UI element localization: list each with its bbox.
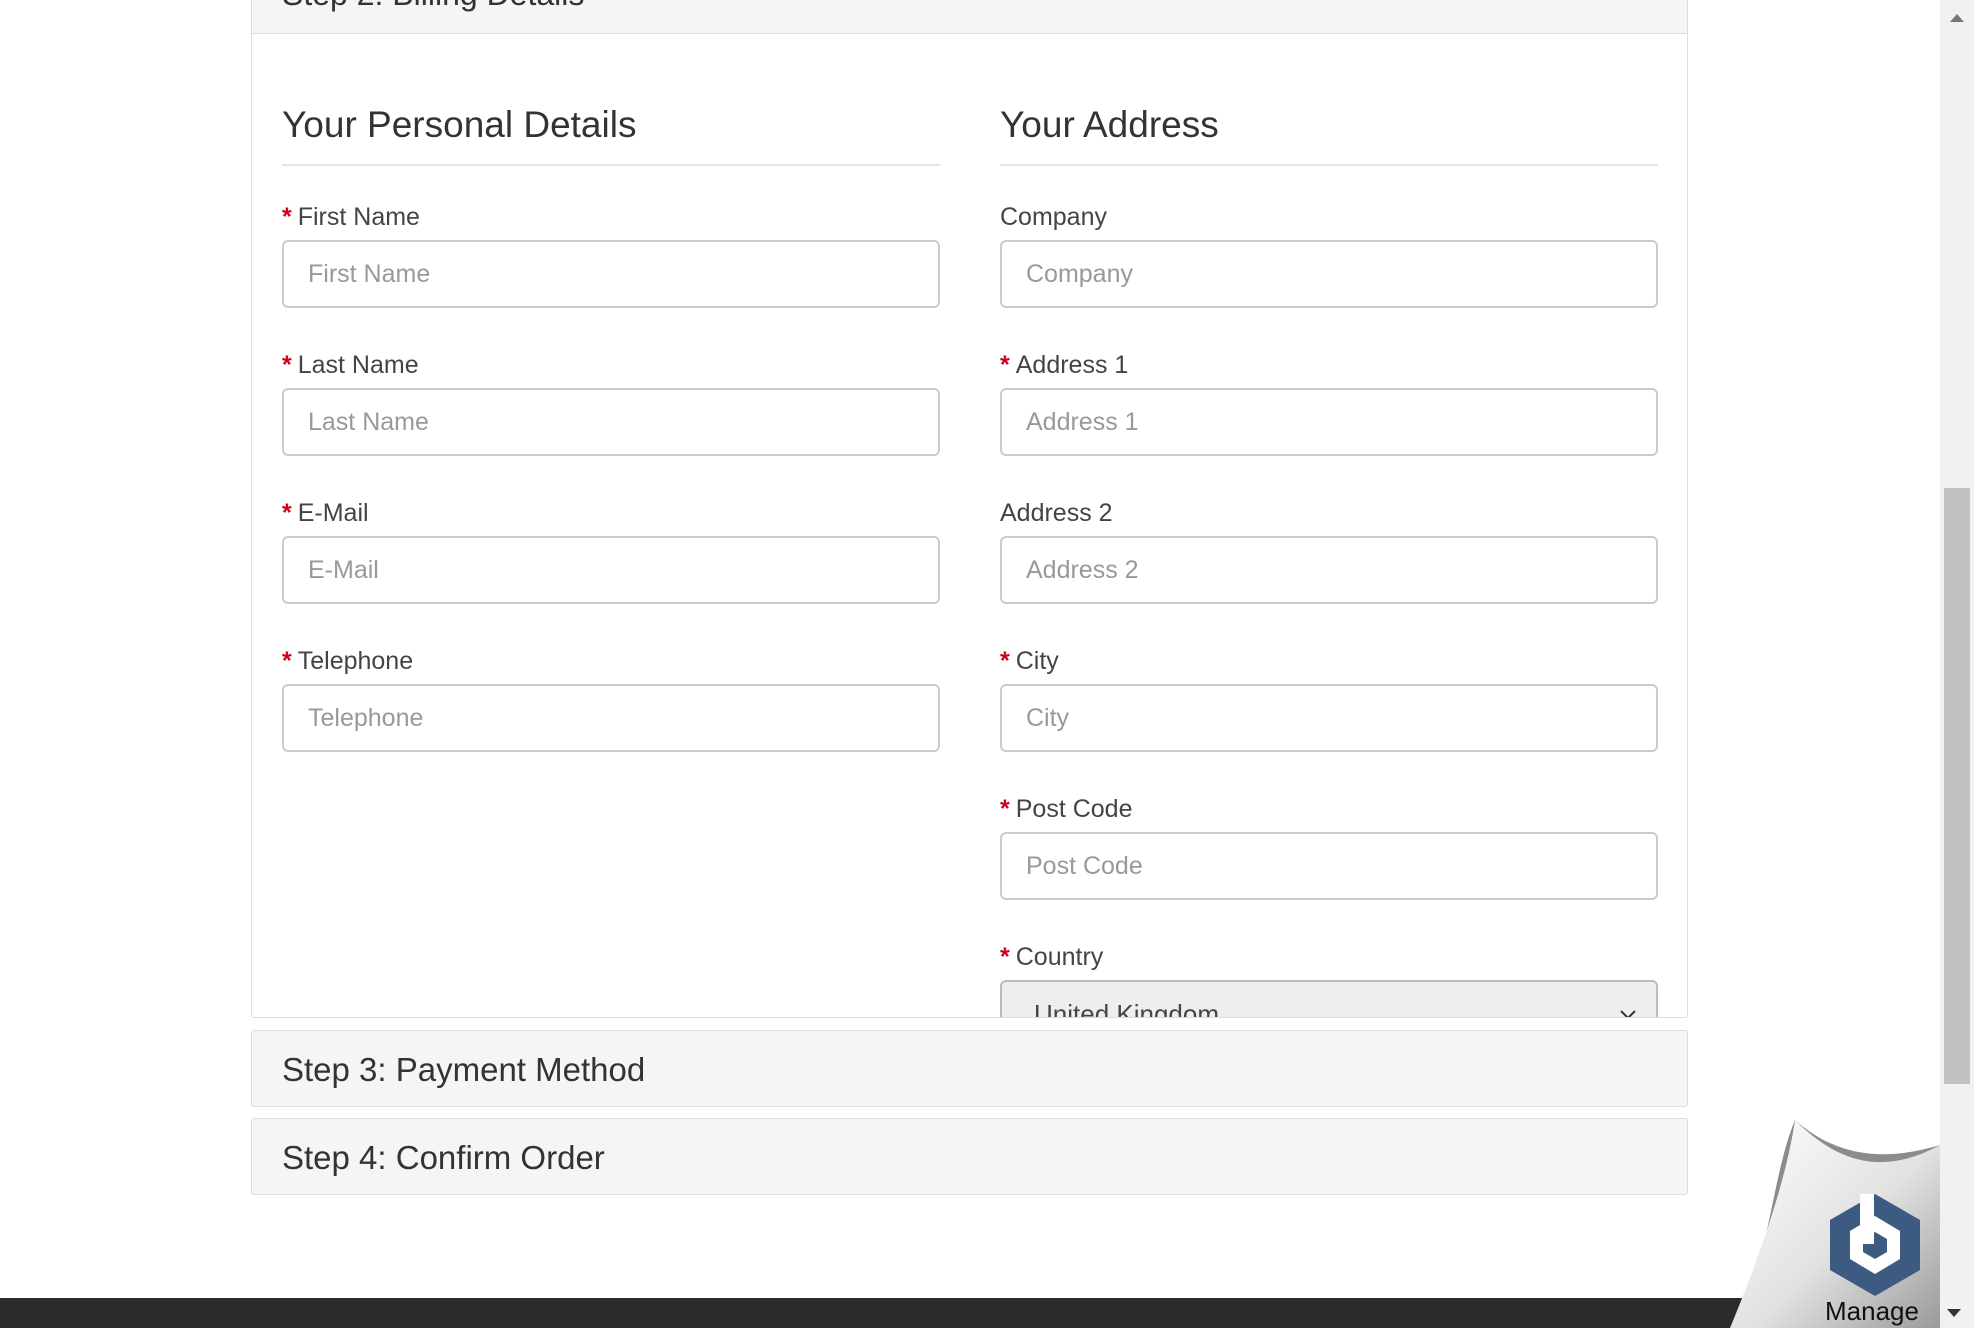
step4-panel[interactable]: Step 4: Confirm Order bbox=[251, 1118, 1688, 1195]
required-marker: * bbox=[1000, 943, 1010, 971]
company-label: Company bbox=[1000, 203, 1107, 231]
checkout-page: Step 2: Billing Details Your Personal De… bbox=[0, 0, 1940, 1328]
scroll-up-button[interactable] bbox=[1940, 0, 1974, 34]
vertical-scrollbar[interactable] bbox=[1940, 0, 1974, 1328]
chevron-down-icon bbox=[1620, 1010, 1636, 1017]
address2-label: Address 2 bbox=[1000, 499, 1113, 527]
scroll-thumb[interactable] bbox=[1944, 488, 1970, 1084]
step3-panel[interactable]: Step 3: Payment Method bbox=[251, 1030, 1688, 1107]
triangle-down-icon bbox=[1947, 1309, 1961, 1317]
first-name-input[interactable] bbox=[282, 240, 940, 308]
required-marker: * bbox=[282, 647, 292, 675]
email-input[interactable] bbox=[282, 536, 940, 604]
first-name-label: * First Name bbox=[282, 203, 420, 231]
required-marker: * bbox=[282, 203, 292, 231]
country-select[interactable]: United Kingdom bbox=[1000, 980, 1658, 1018]
required-marker: * bbox=[1000, 647, 1010, 675]
required-marker: * bbox=[1000, 795, 1010, 823]
step2-title: Step 2: Billing Details bbox=[282, 0, 584, 12]
hexagon-b-logo-icon[interactable] bbox=[1820, 1190, 1930, 1300]
required-marker: * bbox=[282, 499, 292, 527]
postcode-label: * Post Code bbox=[1000, 795, 1133, 823]
telephone-input[interactable] bbox=[282, 684, 940, 752]
country-selected-value: United Kingdom bbox=[1034, 999, 1219, 1018]
postcode-input[interactable] bbox=[1000, 832, 1658, 900]
billing-details-panel: Step 2: Billing Details Your Personal De… bbox=[251, 0, 1688, 1018]
last-name-label: * Last Name bbox=[282, 351, 419, 379]
manage-label[interactable]: Manage bbox=[1825, 1296, 1919, 1327]
manage-toggle-button[interactable] bbox=[1938, 1300, 1970, 1328]
required-marker: * bbox=[1000, 351, 1010, 379]
address2-input[interactable] bbox=[1000, 536, 1658, 604]
step3-title: Step 3: Payment Method bbox=[282, 1051, 646, 1088]
address1-input[interactable] bbox=[1000, 388, 1658, 456]
step2-heading[interactable]: Step 2: Billing Details bbox=[252, 0, 1687, 34]
triangle-up-icon bbox=[1950, 14, 1964, 22]
email-label: * E-Mail bbox=[282, 499, 369, 527]
city-label: * City bbox=[1000, 647, 1059, 675]
footer-bar bbox=[0, 1298, 1940, 1328]
telephone-label: * Telephone bbox=[282, 647, 414, 675]
personal-details-legend: Your Personal Details bbox=[282, 104, 940, 166]
address1-label: * Address 1 bbox=[1000, 351, 1129, 379]
last-name-input[interactable] bbox=[282, 388, 940, 456]
step4-title: Step 4: Confirm Order bbox=[282, 1139, 605, 1176]
address-legend: Your Address bbox=[1000, 104, 1658, 166]
city-input[interactable] bbox=[1000, 684, 1658, 752]
required-marker: * bbox=[282, 351, 292, 379]
country-label: * Country bbox=[1000, 943, 1104, 971]
company-input[interactable] bbox=[1000, 240, 1658, 308]
